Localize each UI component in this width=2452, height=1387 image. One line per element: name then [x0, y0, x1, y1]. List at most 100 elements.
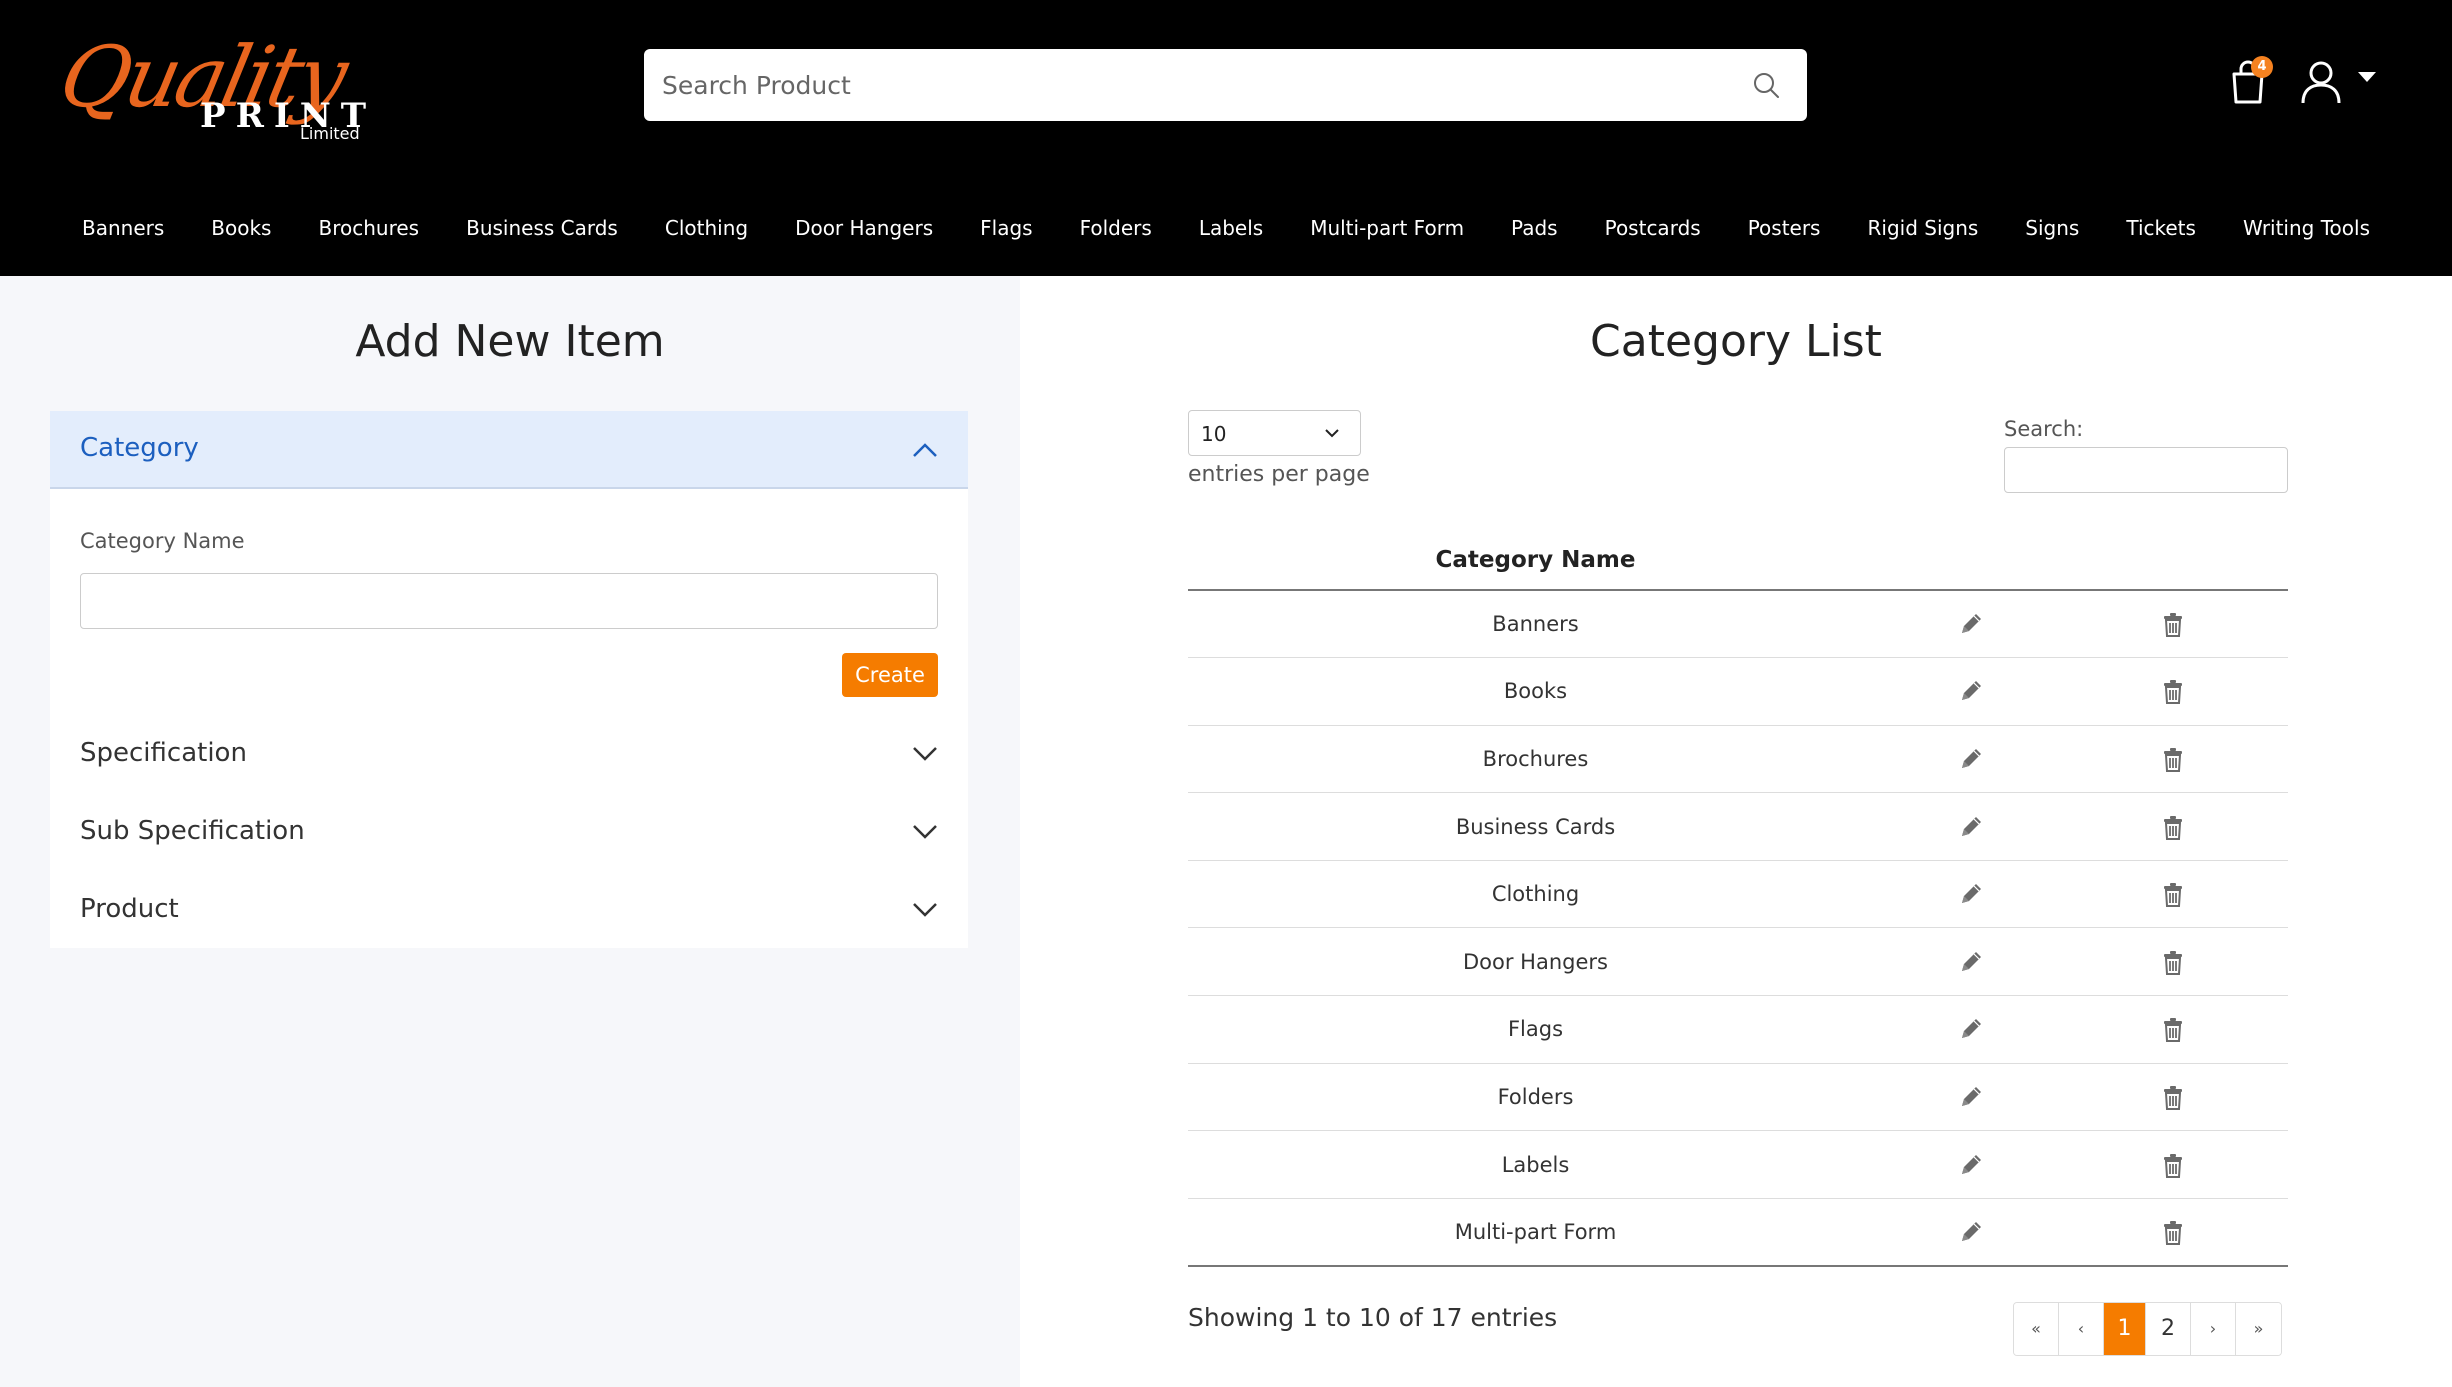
edit-cell: [1883, 725, 2058, 794]
delete-trash-icon[interactable]: [2159, 1219, 2187, 1245]
search-icon[interactable]: [1751, 70, 1781, 100]
table-row: Flags: [1188, 995, 2288, 1064]
nav-item-signs[interactable]: Signs: [2002, 208, 2103, 248]
accordion-sub-specification-label: Sub Specification: [80, 816, 305, 846]
edit-cell: [1883, 995, 2058, 1064]
nav-item-labels[interactable]: Labels: [1175, 208, 1286, 248]
add-item-panel: Add New Item Category Category Name Crea…: [0, 276, 1020, 1387]
top-header: Quality PRINT Limited 4 BannersBooksBroc…: [0, 0, 2452, 276]
category-name-cell: Books: [1188, 657, 1883, 726]
delete-cell: [2058, 860, 2288, 929]
table-search-label: Search:: [2004, 417, 2084, 441]
edit-pencil-icon[interactable]: [1957, 1219, 1985, 1243]
accordion-product-header[interactable]: Product: [50, 870, 968, 948]
pagination-page-1[interactable]: 1: [2104, 1303, 2146, 1355]
edit-cell: [1883, 1063, 2058, 1132]
category-name-cell: Banners: [1188, 590, 1883, 659]
delete-cell: [2058, 1198, 2288, 1267]
nav-item-postcards[interactable]: Postcards: [1581, 208, 1724, 248]
accordion-product-label: Product: [80, 894, 179, 924]
nav-item-folders[interactable]: Folders: [1056, 208, 1175, 248]
chevron-down-icon: [1325, 429, 1339, 438]
delete-trash-icon[interactable]: [2159, 881, 2187, 908]
delete-cell: [2058, 927, 2288, 997]
category-name-input[interactable]: [80, 573, 938, 629]
delete-cell: [2058, 590, 2288, 659]
item-accordion: Category Category Name Create Specificat…: [50, 411, 968, 948]
logo-limited-text: Limited: [300, 124, 360, 143]
category-name-cell: Business Cards: [1188, 792, 1883, 861]
accordion-category-header[interactable]: Category: [50, 411, 968, 489]
table-row: Business Cards: [1188, 792, 2288, 861]
chevron-down-icon: [913, 747, 937, 761]
nav-item-posters[interactable]: Posters: [1724, 208, 1844, 248]
nav-item-clothing[interactable]: Clothing: [641, 208, 771, 248]
product-search: [644, 49, 1807, 121]
nav-item-writing-tools[interactable]: Writing Tools: [2219, 208, 2393, 248]
user-menu-caret-icon[interactable]: [2358, 72, 2376, 82]
delete-cell: [2058, 725, 2288, 794]
user-icon[interactable]: [2300, 60, 2342, 104]
category-nav: Banners Books Brochures Business Cards Cloth…: [0, 208, 2452, 248]
edit-cell: [1883, 792, 2058, 861]
nav-item-rigid-signs[interactable]: Rigid Signs: [1844, 208, 2002, 248]
edit-cell: [1883, 927, 2058, 997]
nav-item-brochures[interactable]: Brochures: [295, 208, 443, 248]
entries-per-page-value: 10: [1201, 422, 1227, 446]
edit-pencil-icon[interactable]: [1957, 1152, 1985, 1176]
edit-pencil-icon[interactable]: [1957, 1084, 1985, 1108]
table-row: Folders: [1188, 1063, 2288, 1132]
edit-pencil-icon[interactable]: [1957, 1016, 1985, 1040]
edit-cell: [1883, 1198, 2058, 1267]
edit-pencil-icon[interactable]: [1957, 814, 1985, 838]
edit-pencil-icon[interactable]: [1957, 611, 1985, 635]
delete-trash-icon[interactable]: [2159, 1152, 2187, 1178]
nav-item-books[interactable]: Books: [188, 208, 295, 248]
table-row: Multi-part Form: [1188, 1198, 2288, 1267]
edit-pencil-icon[interactable]: [1957, 881, 1985, 905]
category-name-cell: Flags: [1188, 995, 1883, 1064]
nav-item-business-cards[interactable]: Business Cards: [443, 208, 642, 248]
category-list-title: Category List: [1590, 316, 1882, 367]
delete-cell: [2058, 792, 2288, 861]
brand-logo[interactable]: Quality PRINT Limited: [52, 28, 380, 148]
column-header-category-name[interactable]: Category Name: [1188, 530, 1883, 591]
pagination-page-2[interactable]: 2: [2146, 1303, 2191, 1355]
create-button[interactable]: Create: [842, 653, 938, 697]
nav-item-tickets[interactable]: Tickets: [2103, 208, 2220, 248]
pagination-prev[interactable]: ‹: [2059, 1303, 2104, 1355]
category-name-cell: Brochures: [1188, 725, 1883, 794]
table-row: Clothing: [1188, 860, 2288, 929]
pagination-first[interactable]: «: [2014, 1303, 2059, 1355]
delete-trash-icon[interactable]: [2159, 746, 2187, 772]
pagination-next[interactable]: ›: [2191, 1303, 2236, 1355]
delete-trash-icon[interactable]: [2159, 611, 2187, 638]
category-form: Category Name Create: [50, 489, 968, 714]
delete-trash-icon[interactable]: [2159, 1016, 2187, 1043]
delete-trash-icon[interactable]: [2159, 814, 2187, 840]
chevron-up-icon: [913, 443, 937, 457]
category-name-label: Category Name: [80, 529, 245, 553]
delete-trash-icon[interactable]: [2159, 1084, 2187, 1110]
nav-item-banners[interactable]: Banners: [59, 208, 188, 248]
edit-pencil-icon[interactable]: [1957, 746, 1985, 770]
nav-item-flags[interactable]: Flags: [957, 208, 1056, 248]
table-row: Books: [1188, 657, 2288, 726]
table-row: Banners: [1188, 590, 2288, 659]
edit-pencil-icon[interactable]: [1957, 678, 1985, 702]
category-name-cell: Folders: [1188, 1063, 1883, 1132]
accordion-sub-specification-header[interactable]: Sub Specification: [50, 792, 968, 870]
nav-item-multi-part-form[interactable]: Multi-part Form: [1287, 208, 1488, 248]
column-header-edit: [1883, 530, 2058, 591]
pagination-last[interactable]: »: [2236, 1303, 2281, 1355]
nav-item-pads[interactable]: Pads: [1488, 208, 1582, 248]
table-search-input[interactable]: [2004, 447, 2288, 493]
search-product-input[interactable]: [662, 49, 1722, 121]
nav-item-door-hangers[interactable]: Door Hangers: [772, 208, 957, 248]
delete-trash-icon[interactable]: [2159, 949, 2187, 975]
table-info: Showing 1 to 10 of 17 entries: [1188, 1303, 1558, 1332]
entries-per-page-select[interactable]: 10: [1188, 410, 1361, 456]
edit-pencil-icon[interactable]: [1957, 949, 1985, 973]
delete-trash-icon[interactable]: [2159, 678, 2187, 705]
accordion-specification-header[interactable]: Specification: [50, 714, 968, 792]
